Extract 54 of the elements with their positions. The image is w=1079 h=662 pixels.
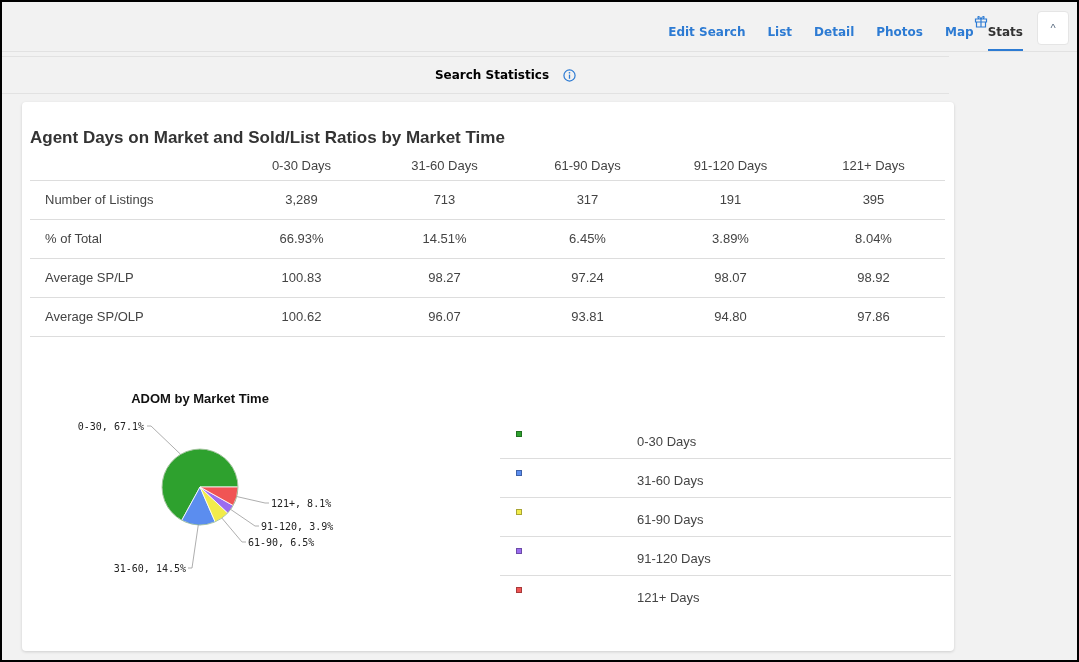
legend-label: 121+ Days <box>637 589 700 607</box>
row-label: Average SP/LP <box>30 258 230 298</box>
table-cell: 66.93% <box>230 219 373 259</box>
table-cell: 98.92 <box>802 258 945 298</box>
leader-line <box>187 524 199 569</box>
section-title: Search Statistics <box>434 67 550 84</box>
row-label: % of Total <box>30 219 230 259</box>
legend-label: 0-30 Days <box>637 433 697 451</box>
table-cell: 98.07 <box>659 258 802 298</box>
info-icon[interactable] <box>563 68 577 82</box>
table-cell: 100.83 <box>230 258 373 298</box>
nav-tab[interactable]: Stats <box>987 21 1023 51</box>
data-label: 31-60, 14.5% <box>113 563 186 574</box>
table-cell: 6.45% <box>516 219 659 259</box>
legend-label: 91-120 Days <box>637 550 711 568</box>
table-cell: 94.80 <box>659 297 802 337</box>
table-cell: 8.04% <box>802 219 945 259</box>
collapse-button[interactable]: ^ <box>1037 11 1069 45</box>
table-cell: 97.24 <box>516 258 659 298</box>
gift-icon <box>973 14 988 28</box>
table-cell: 713 <box>373 180 516 220</box>
table-cell: 395 <box>802 180 945 220</box>
column-header: 91-120 Days <box>659 150 802 181</box>
card-title: Agent Days on Market and Sold/List Ratios by Market Time <box>30 127 506 149</box>
table-cell: 93.81 <box>516 297 659 337</box>
legend-label: 61-90 Days <box>637 511 704 529</box>
column-header: 61-90 Days <box>516 150 659 181</box>
table-cell: 3.89% <box>659 219 802 259</box>
data-label: 91-120, 3.9% <box>261 521 334 532</box>
data-label: 0-30, 67.1% <box>77 421 144 432</box>
column-header: 0-30 Days <box>230 150 373 181</box>
table-cell: 317 <box>516 180 659 220</box>
chart-title: ADOM by Market Time <box>131 391 269 406</box>
row-label: Number of Listings <box>30 180 230 220</box>
column-header: 31-60 Days <box>373 150 516 181</box>
table-cell: 100.62 <box>230 297 373 337</box>
nav-tab[interactable]: Photos <box>876 21 923 51</box>
row-label: Average SP/OLP <box>30 297 230 337</box>
nav-tab[interactable]: List <box>767 21 793 51</box>
table-cell: 191 <box>659 180 802 220</box>
column-header: 121+ Days <box>802 150 945 181</box>
legend-label: 31-60 Days <box>637 472 704 490</box>
data-label: 61-90, 6.5% <box>248 537 315 548</box>
leader-line <box>146 425 181 455</box>
table-cell: 14.51% <box>373 219 516 259</box>
leader-line <box>236 496 270 504</box>
nav-tab[interactable]: Detail <box>814 21 855 51</box>
table-cell: 96.07 <box>373 297 516 337</box>
table-cell: 97.86 <box>802 297 945 337</box>
table-cell: 98.27 <box>373 258 516 298</box>
nav-tab[interactable]: Map <box>945 21 974 51</box>
nav-tab[interactable]: Edit Search <box>668 21 746 51</box>
table-cell: 3,289 <box>230 180 373 220</box>
data-label: 121+, 8.1% <box>271 498 332 509</box>
